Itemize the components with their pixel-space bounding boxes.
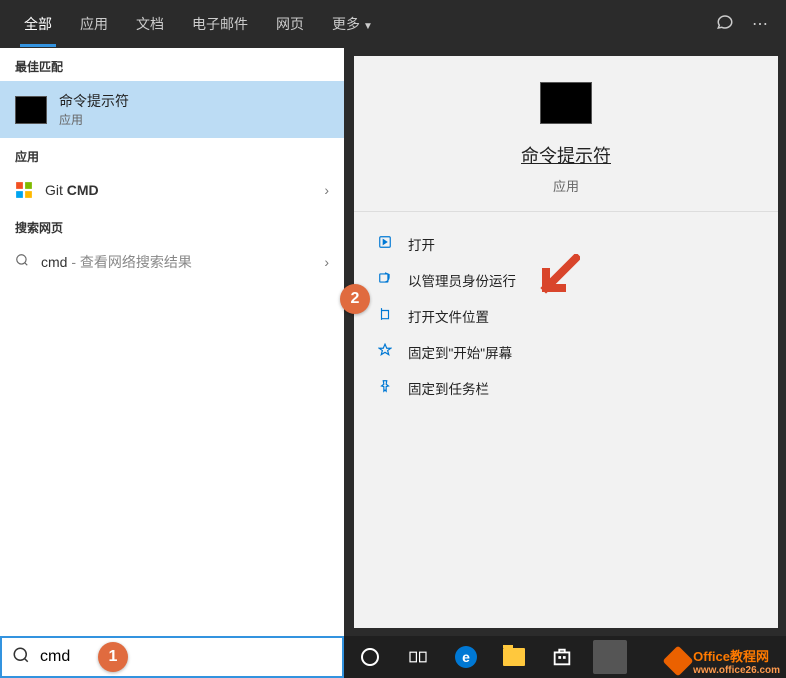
tab-all[interactable]: 全部 <box>10 1 66 47</box>
search-box[interactable] <box>0 636 344 678</box>
detail-pane: 命令提示符 应用 打开 以管理员身份运行 打开文件位置 固定到"开始"屏幕 <box>354 56 778 628</box>
open-icon <box>378 235 394 254</box>
watermark-logo-icon <box>663 645 694 676</box>
detail-thumbnail-icon <box>540 82 592 124</box>
header-actions: ⋯ <box>716 13 776 36</box>
action-open-location[interactable]: 打开文件位置 <box>374 298 758 334</box>
edge-icon: e <box>455 646 477 668</box>
tab-email[interactable]: 电子邮件 <box>178 1 262 47</box>
best-match-item[interactable]: 命令提示符 应用 <box>0 81 344 138</box>
chevron-down-icon: ▼ <box>363 21 373 32</box>
app-git-cmd[interactable]: Git CMD › <box>0 171 344 209</box>
admin-shield-icon <box>378 271 394 290</box>
pin-taskbar-icon <box>378 379 394 398</box>
explorer-button[interactable] <box>494 637 534 677</box>
detail-header: 命令提示符 应用 <box>354 56 778 212</box>
more-options-icon[interactable]: ⋯ <box>752 14 768 34</box>
tab-more[interactable]: 更多▼ <box>318 1 387 47</box>
avatar-icon <box>593 640 627 674</box>
action-pin-start[interactable]: 固定到"开始"屏幕 <box>374 334 758 370</box>
chevron-right-icon: › <box>324 254 329 270</box>
task-view-button[interactable] <box>398 637 438 677</box>
web-search-label: cmd - 查看网络搜索结果 <box>41 252 312 272</box>
annotation-badge-2: 2 <box>340 284 370 314</box>
annotation-badge-1: 1 <box>98 642 128 672</box>
best-match-subtitle: 应用 <box>59 111 129 128</box>
search-icon <box>12 646 30 669</box>
app-label: Git CMD <box>45 182 312 198</box>
feedback-icon[interactable] <box>716 13 734 36</box>
tab-web[interactable]: 网页 <box>262 1 318 47</box>
results-pane: 最佳匹配 命令提示符 应用 应用 Git CMD › 搜索网页 cmd - 查看… <box>0 48 344 636</box>
tab-apps[interactable]: 应用 <box>66 1 122 47</box>
section-apps: 应用 <box>0 138 344 171</box>
pin-start-icon <box>378 343 394 362</box>
git-icon <box>15 181 33 199</box>
detail-subtitle: 应用 <box>553 176 579 195</box>
store-icon <box>551 646 573 668</box>
section-web: 搜索网页 <box>0 209 344 242</box>
edge-button[interactable]: e <box>446 637 486 677</box>
search-content: 最佳匹配 命令提示符 应用 应用 Git CMD › 搜索网页 cmd - 查看… <box>0 48 786 636</box>
section-best-match: 最佳匹配 <box>0 48 344 81</box>
annotation-arrow-icon <box>536 254 580 303</box>
folder-location-icon <box>378 307 394 326</box>
cortana-icon <box>361 648 379 666</box>
action-pin-taskbar[interactable]: 固定到任务栏 <box>374 370 758 406</box>
search-input[interactable] <box>40 648 332 666</box>
tab-documents[interactable]: 文档 <box>122 1 178 47</box>
filter-tabs: 全部 应用 文档 电子邮件 网页 更多▼ <box>10 1 387 47</box>
detail-title[interactable]: 命令提示符 <box>521 142 611 168</box>
taskbar: e Office教程网 www.office26.com <box>344 636 786 678</box>
store-button[interactable] <box>542 637 582 677</box>
search-header: 全部 应用 文档 电子邮件 网页 更多▼ ⋯ <box>0 0 786 48</box>
watermark: Office教程网 www.office26.com <box>667 646 780 676</box>
best-match-title: 命令提示符 <box>59 91 129 111</box>
cmd-icon <box>15 96 47 124</box>
web-search-item[interactable]: cmd - 查看网络搜索结果 › <box>0 242 344 282</box>
chevron-right-icon: › <box>324 182 329 198</box>
search-icon <box>15 253 29 272</box>
cortana-button[interactable] <box>350 637 390 677</box>
detail-actions: 打开 以管理员身份运行 打开文件位置 固定到"开始"屏幕 固定到任务栏 <box>354 212 778 420</box>
user-avatar[interactable] <box>590 637 630 677</box>
folder-icon <box>503 648 525 666</box>
